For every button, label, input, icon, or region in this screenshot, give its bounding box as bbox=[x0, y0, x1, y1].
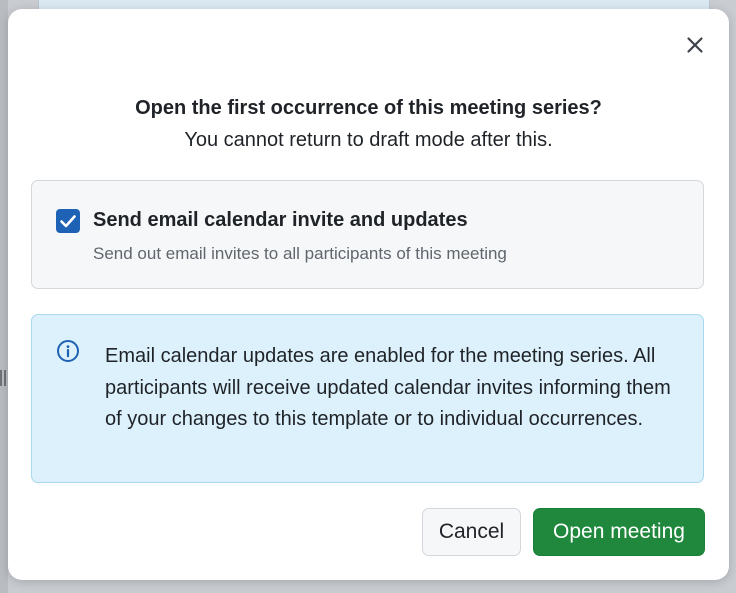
open-meeting-button[interactable]: Open meeting bbox=[533, 508, 705, 556]
cancel-button[interactable]: Cancel bbox=[422, 508, 521, 556]
close-icon bbox=[687, 37, 703, 53]
info-banner: Email calendar updates are enabled for t… bbox=[31, 314, 704, 483]
open-meeting-dialog: Open the first occurrence of this meetin… bbox=[8, 9, 729, 580]
info-icon bbox=[56, 339, 80, 363]
checkmark-icon bbox=[60, 215, 76, 228]
send-email-label[interactable]: Send email calendar invite and updates bbox=[93, 209, 468, 232]
send-email-description: Send out email invites to all participan… bbox=[93, 244, 507, 263]
dialog-subtitle: You cannot return to draft mode after th… bbox=[184, 129, 553, 151]
send-email-checkbox[interactable] bbox=[56, 209, 80, 233]
close-button[interactable] bbox=[683, 33, 707, 57]
background-handle-icon bbox=[0, 370, 6, 386]
page-backdrop bbox=[0, 0, 8, 593]
dialog-title: Open the first occurrence of this meetin… bbox=[135, 97, 602, 119]
info-banner-text: Email calendar updates are enabled for t… bbox=[105, 345, 671, 430]
email-option-card: Send email calendar invite and updates S… bbox=[31, 180, 704, 289]
